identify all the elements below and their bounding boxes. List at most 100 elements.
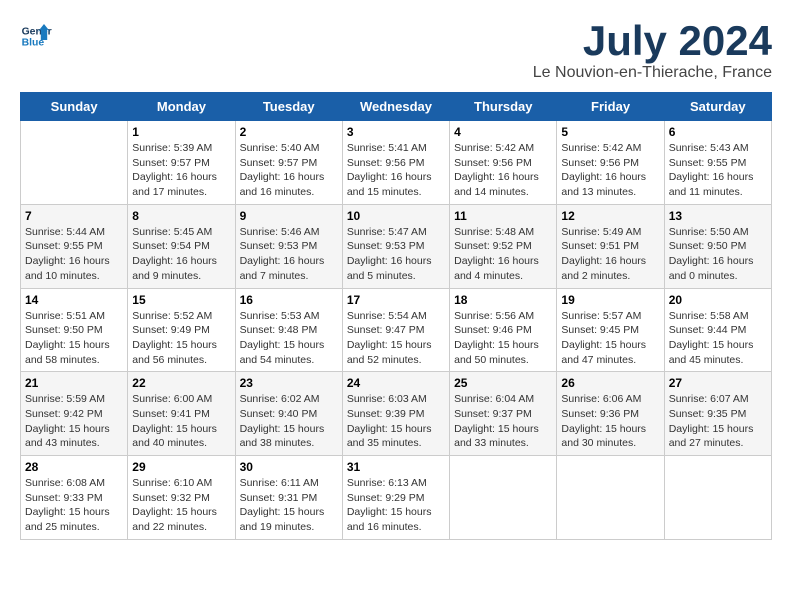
weekday-label: Monday (128, 93, 235, 121)
weekday-label: Friday (557, 93, 664, 121)
calendar-day-cell: 19Sunrise: 5:57 AMSunset: 9:45 PMDayligh… (557, 288, 664, 372)
weekday-label: Tuesday (235, 93, 342, 121)
day-info: Sunrise: 5:52 AMSunset: 9:49 PMDaylight:… (132, 309, 230, 368)
calendar-day-cell: 14Sunrise: 5:51 AMSunset: 9:50 PMDayligh… (21, 288, 128, 372)
weekday-label: Sunday (21, 93, 128, 121)
day-info: Sunrise: 5:53 AMSunset: 9:48 PMDaylight:… (240, 309, 338, 368)
day-number: 19 (561, 293, 659, 307)
calendar-day-cell: 26 Sunrise: 6:06 AMSunset: 9:36 PMDayligh… (557, 372, 664, 456)
calendar-day-cell: 15 Sunrise: 5:52 AMSunset: 9:49 PMDayligh… (128, 288, 235, 372)
day-info: Sunrise: 5:56 AMSunset: 9:46 PMDaylight:… (454, 309, 552, 368)
day-info: Sunrise: 6:10 AMSunset: 9:32 PMDaylight:… (132, 476, 230, 535)
day-number: 18 (454, 293, 552, 307)
day-number: 10 (347, 209, 445, 223)
page-header: General Blue July 2024 Le Nouvion-en-Thi… (20, 20, 772, 82)
day-info: Sunrise: 5:54 AMSunset: 9:47 PMDaylight:… (347, 309, 445, 368)
month-title: July 2024 (533, 20, 772, 62)
day-number: 16 (240, 293, 338, 307)
svg-text:General: General (22, 26, 52, 37)
calendar-week-row: 21 Sunrise: 5:59 AMSunset: 9:42 PMDayligh… (21, 372, 772, 456)
day-number: 3 (347, 125, 445, 139)
calendar-week-row: 28Sunrise: 6:08 AMSunset: 9:33 PMDayligh… (21, 456, 772, 540)
calendar-header: SundayMondayTuesdayWednesdayThursdayFrid… (21, 93, 772, 121)
day-info: Sunrise: 5:40 AMSunset: 9:57 PMDaylight:… (240, 141, 338, 200)
calendar-day-cell: 2 Sunrise: 5:40 AMSunset: 9:57 PMDaylight… (235, 121, 342, 205)
calendar-day-cell: 28Sunrise: 6:08 AMSunset: 9:33 PMDayligh… (21, 456, 128, 540)
calendar-day-cell: 11Sunrise: 5:48 AMSunset: 9:52 PMDayligh… (450, 204, 557, 288)
calendar-day-cell: 8 Sunrise: 5:45 AMSunset: 9:54 PMDaylight… (128, 204, 235, 288)
day-number: 12 (561, 209, 659, 223)
weekday-label: Wednesday (342, 93, 449, 121)
weekday-label: Thursday (450, 93, 557, 121)
weekday-header-row: SundayMondayTuesdayWednesdayThursdayFrid… (21, 93, 772, 121)
day-number: 8 (132, 209, 230, 223)
day-number: 9 (240, 209, 338, 223)
calendar-day-cell: 9 Sunrise: 5:46 AMSunset: 9:53 PMDaylight… (235, 204, 342, 288)
day-info: Sunrise: 6:04 AMSunset: 9:37 PMDaylight:… (454, 392, 552, 451)
calendar-day-cell (664, 456, 771, 540)
day-info: Sunrise: 5:44 AMSunset: 9:55 PMDaylight:… (25, 225, 123, 284)
day-info: Sunrise: 6:03 AMSunset: 9:39 PMDaylight:… (347, 392, 445, 451)
calendar-day-cell: 7Sunrise: 5:44 AMSunset: 9:55 PMDaylight… (21, 204, 128, 288)
day-info: Sunrise: 5:48 AMSunset: 9:52 PMDaylight:… (454, 225, 552, 284)
calendar-body: 1Sunrise: 5:39 AMSunset: 9:57 PMDaylight… (21, 121, 772, 540)
day-info: Sunrise: 6:06 AMSunset: 9:36 PMDaylight:… (561, 392, 659, 451)
day-info: Sunrise: 5:51 AMSunset: 9:50 PMDaylight:… (25, 309, 123, 368)
day-info: Sunrise: 6:13 AMSunset: 9:29 PMDaylight:… (347, 476, 445, 535)
logo-icon: General Blue (20, 20, 52, 52)
day-number: 21 (25, 376, 123, 390)
calendar-day-cell: 18 Sunrise: 5:56 AMSunset: 9:46 PMDayligh… (450, 288, 557, 372)
day-info: Sunrise: 5:45 AMSunset: 9:54 PMDaylight:… (132, 225, 230, 284)
day-number: 24 (347, 376, 445, 390)
day-info: Sunrise: 6:02 AMSunset: 9:40 PMDaylight:… (240, 392, 338, 451)
day-info: Sunrise: 5:41 AMSunset: 9:56 PMDaylight:… (347, 141, 445, 200)
day-number: 6 (669, 125, 767, 139)
day-info: Sunrise: 5:49 AMSunset: 9:51 PMDaylight:… (561, 225, 659, 284)
day-number: 20 (669, 293, 767, 307)
calendar-day-cell: 27Sunrise: 6:07 AMSunset: 9:35 PMDayligh… (664, 372, 771, 456)
day-info: Sunrise: 5:43 AMSunset: 9:55 PMDaylight:… (669, 141, 767, 200)
calendar-day-cell: 1Sunrise: 5:39 AMSunset: 9:57 PMDaylight… (128, 121, 235, 205)
calendar-day-cell (450, 456, 557, 540)
day-info: Sunrise: 6:11 AMSunset: 9:31 PMDaylight:… (240, 476, 338, 535)
title-block: July 2024 Le Nouvion-en-Thierache, Franc… (533, 20, 772, 82)
calendar-day-cell: 16 Sunrise: 5:53 AMSunset: 9:48 PMDayligh… (235, 288, 342, 372)
calendar-day-cell: 17 Sunrise: 5:54 AMSunset: 9:47 PMDayligh… (342, 288, 449, 372)
calendar-day-cell: 23Sunrise: 6:02 AMSunset: 9:40 PMDayligh… (235, 372, 342, 456)
day-number: 29 (132, 460, 230, 474)
calendar-day-cell: 12 Sunrise: 5:49 AMSunset: 9:51 PMDayligh… (557, 204, 664, 288)
day-info: Sunrise: 5:42 AMSunset: 9:56 PMDaylight:… (561, 141, 659, 200)
calendar-day-cell: 24 Sunrise: 6:03 AMSunset: 9:39 PMDayligh… (342, 372, 449, 456)
calendar-day-cell: 25Sunrise: 6:04 AMSunset: 9:37 PMDayligh… (450, 372, 557, 456)
calendar-day-cell (21, 121, 128, 205)
calendar-day-cell: 29 Sunrise: 6:10 AMSunset: 9:32 PMDayligh… (128, 456, 235, 540)
day-number: 22 (132, 376, 230, 390)
calendar-day-cell: 5 Sunrise: 5:42 AMSunset: 9:56 PMDaylight… (557, 121, 664, 205)
day-info: Sunrise: 5:39 AMSunset: 9:57 PMDaylight:… (132, 141, 230, 200)
day-number: 5 (561, 125, 659, 139)
day-number: 17 (347, 293, 445, 307)
day-number: 31 (347, 460, 445, 474)
calendar-day-cell: 3 Sunrise: 5:41 AMSunset: 9:56 PMDaylight… (342, 121, 449, 205)
logo: General Blue (20, 20, 52, 52)
day-number: 26 (561, 376, 659, 390)
calendar-day-cell: 21 Sunrise: 5:59 AMSunset: 9:42 PMDayligh… (21, 372, 128, 456)
day-info: Sunrise: 5:46 AMSunset: 9:53 PMDaylight:… (240, 225, 338, 284)
day-number: 13 (669, 209, 767, 223)
day-number: 28 (25, 460, 123, 474)
day-number: 15 (132, 293, 230, 307)
weekday-label: Saturday (664, 93, 771, 121)
calendar-day-cell: 22Sunrise: 6:00 AMSunset: 9:41 PMDayligh… (128, 372, 235, 456)
calendar-week-row: 1Sunrise: 5:39 AMSunset: 9:57 PMDaylight… (21, 121, 772, 205)
calendar-day-cell: 31 Sunrise: 6:13 AMSunset: 9:29 PMDayligh… (342, 456, 449, 540)
day-number: 2 (240, 125, 338, 139)
day-info: Sunrise: 5:50 AMSunset: 9:50 PMDaylight:… (669, 225, 767, 284)
calendar-day-cell: 10Sunrise: 5:47 AMSunset: 9:53 PMDayligh… (342, 204, 449, 288)
calendar-week-row: 14Sunrise: 5:51 AMSunset: 9:50 PMDayligh… (21, 288, 772, 372)
day-number: 4 (454, 125, 552, 139)
day-info: Sunrise: 5:42 AMSunset: 9:56 PMDaylight:… (454, 141, 552, 200)
calendar-day-cell: 13 Sunrise: 5:50 AMSunset: 9:50 PMDayligh… (664, 204, 771, 288)
calendar-day-cell (557, 456, 664, 540)
day-info: Sunrise: 5:59 AMSunset: 9:42 PMDaylight:… (25, 392, 123, 451)
day-number: 30 (240, 460, 338, 474)
